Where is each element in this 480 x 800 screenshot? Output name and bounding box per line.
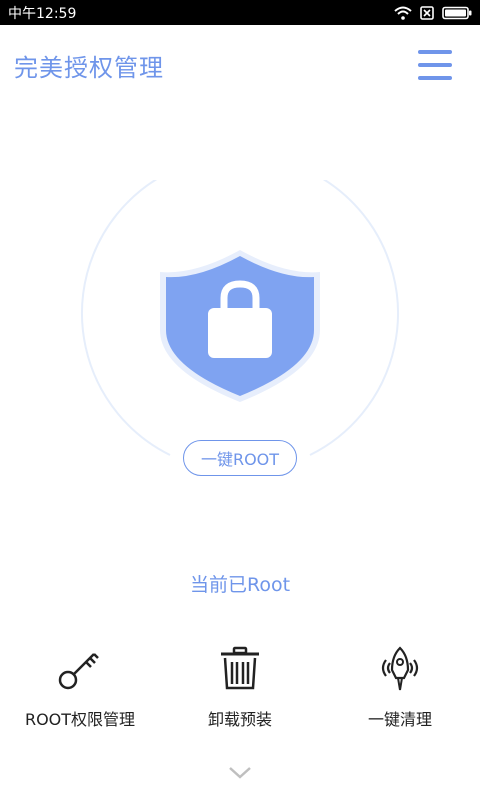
key-icon (52, 640, 108, 696)
action-row: ROOT权限管理 卸载预装 一键清理 (0, 640, 480, 740)
app-title: 完美授权管理 (14, 53, 164, 82)
action-label: 卸载预装 (207, 710, 272, 729)
menu-line (418, 63, 452, 67)
uninstall-preinstalled-button[interactable]: 卸载预装 (160, 640, 320, 730)
wifi-icon (394, 6, 412, 20)
action-label: 一键清理 (367, 710, 432, 729)
shield-lock-icon[interactable] (160, 250, 320, 402)
menu-line (418, 76, 452, 80)
trash-icon (212, 640, 268, 696)
action-label: ROOT权限管理 (24, 710, 136, 729)
hamburger-menu-icon[interactable] (418, 50, 452, 80)
status-bar: 中午12:59 (0, 0, 480, 25)
chevron-down-icon[interactable] (226, 762, 254, 782)
one-click-clean-button[interactable]: 一键清理 (320, 640, 480, 730)
battery-icon (442, 6, 472, 19)
status-icons (394, 5, 472, 20)
status-time: 中午12:59 (8, 5, 77, 22)
menu-line (418, 50, 452, 54)
sim-none-icon (420, 5, 434, 20)
one-click-root-button[interactable]: 一键ROOT (183, 440, 297, 476)
app-bar: 完美授权管理 (0, 25, 480, 105)
rocket-clean-icon (372, 640, 428, 696)
root-permission-manage-button[interactable]: ROOT权限管理 (0, 640, 160, 730)
root-status-text: 当前已Root (189, 574, 291, 596)
